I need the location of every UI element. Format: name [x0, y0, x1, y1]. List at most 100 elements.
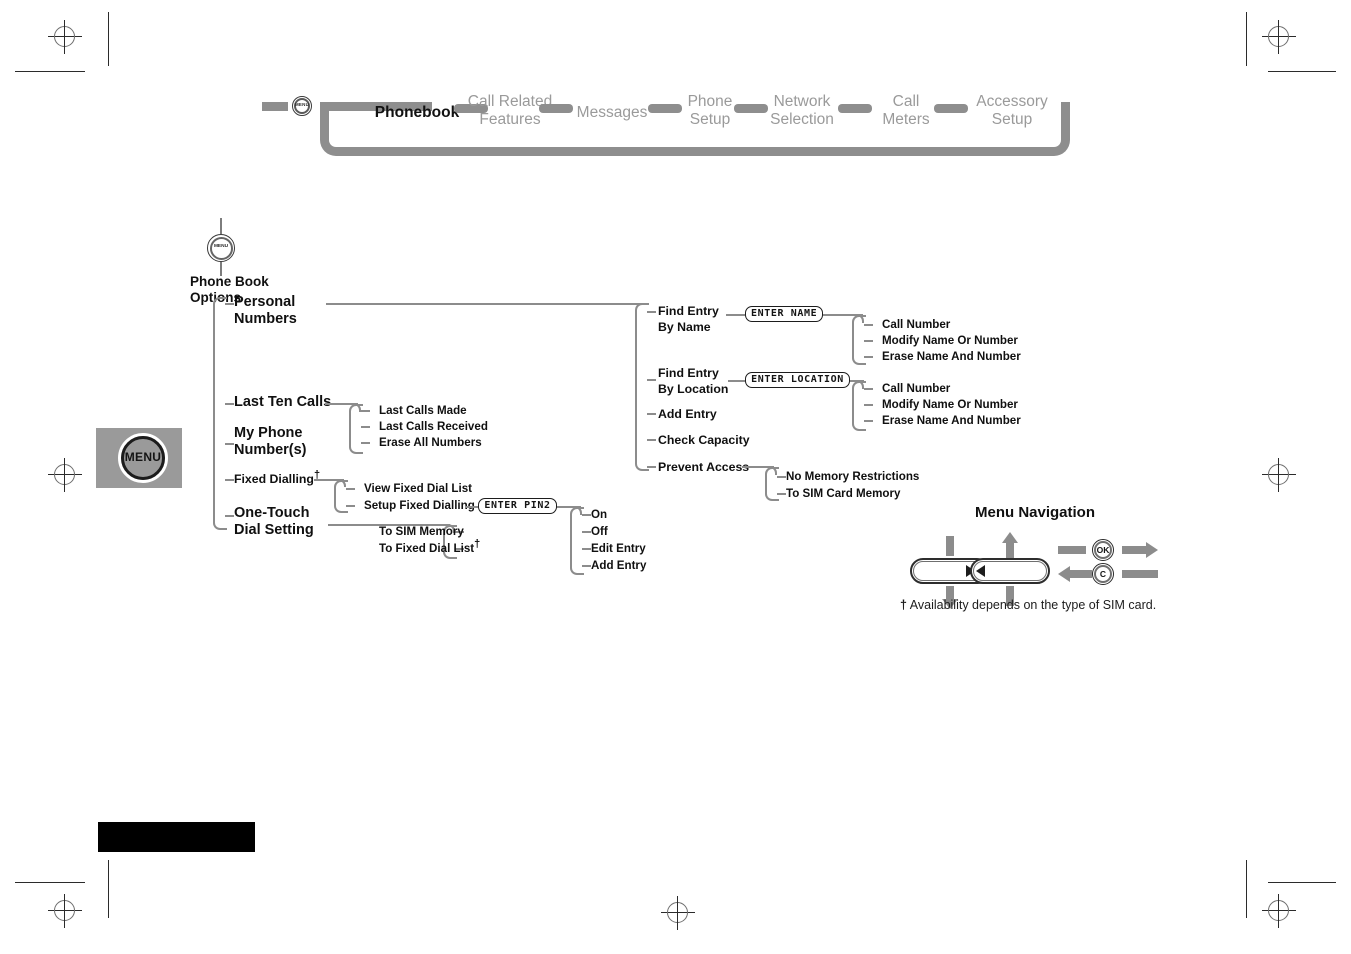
registration-mark-bottom-center: [661, 896, 695, 930]
ok-right-arrow-icon: [1146, 542, 1158, 558]
level1-tick-fixed-dialling: [225, 479, 234, 481]
menu-item-pin2-off[interactable]: Off: [591, 524, 608, 540]
menu-item-no-memory-restrictions[interactable]: No Memory Restrictions: [786, 469, 919, 485]
connector-to-enter-location: [728, 380, 745, 382]
menu-item-location-erase-name-and-number[interactable]: Erase Name And Number: [882, 413, 1021, 429]
tree-root: MENU Phone Book Options: [190, 218, 370, 305]
menu-item-name-call-number[interactable]: Call Number: [882, 317, 950, 333]
tab-separator-5: [838, 104, 872, 113]
display-enter-pin2: ENTER PIN2: [478, 498, 557, 514]
left-arrow-icon: [976, 565, 985, 577]
menu-circle-icon: MENU: [288, 92, 316, 120]
menu-item-personal-numbers[interactable]: Personal Numbers: [234, 294, 297, 328]
menu-item-fixed-dialling-label: Fixed Dialling: [234, 472, 314, 486]
registration-mark-top-left: [48, 20, 82, 54]
menu-item-check-capacity[interactable]: Check Capacity: [658, 432, 750, 448]
menu-item-find-entry-by-location[interactable]: Find Entry By Location: [658, 365, 728, 397]
menu-item-name-erase-name-and-number[interactable]: Erase Name And Number: [882, 349, 1021, 365]
ok-key-icon[interactable]: OK: [1092, 539, 1114, 561]
tab-accessory-setup[interactable]: Accessory Setup: [964, 93, 1060, 129]
tick-pin2-edit-entry: [582, 548, 591, 550]
chapter-tab-strip: MENU Phonebook Call Related Features Mes…: [262, 86, 1092, 156]
footer-page-marker: [98, 822, 255, 852]
tick-erase-all-numbers: [361, 442, 370, 444]
tick-find-entry-by-name: [647, 311, 656, 313]
tick-name-erase: [864, 356, 873, 358]
menu-item-last-ten-calls[interactable]: Last Ten Calls: [234, 394, 331, 411]
menu-navigation-title: Menu Navigation: [974, 504, 1095, 521]
level1-tick-one-touch: [225, 515, 234, 517]
display-enter-location: ENTER LOCATION: [745, 372, 850, 388]
tabstrip-lead-dash: [262, 102, 288, 111]
menu-item-view-fixed-dial-list[interactable]: View Fixed Dial List: [364, 481, 472, 497]
menu-item-setup-fixed-dialling[interactable]: Setup Fixed Dialling: [364, 498, 475, 514]
tab-messages[interactable]: Messages: [562, 104, 662, 122]
menu-circle-icon: MENU: [207, 234, 235, 262]
menu-item-to-fixed-dial-list[interactable]: To Fixed Dial List†: [379, 539, 480, 557]
ok-left-bar: [1058, 546, 1086, 554]
tick-view-fixed-dial-list: [346, 488, 355, 490]
menu-item-one-touch-dial-setting[interactable]: One-Touch Dial Setting: [234, 505, 314, 539]
footnote-marker: †: [900, 598, 907, 612]
menu-item-add-entry[interactable]: Add Entry: [658, 406, 717, 422]
menu-item-pin2-edit-entry[interactable]: Edit Entry: [591, 541, 646, 557]
scroll-up-bar-left: [946, 536, 954, 556]
trim-line-top-left-horizontal: [15, 71, 85, 72]
tick-find-entry-by-location: [647, 379, 656, 381]
menu-item-erase-all-numbers[interactable]: Erase All Numbers: [379, 435, 482, 451]
ok-key-label: OK: [1096, 545, 1110, 555]
tab-call-meters[interactable]: Call Meters: [870, 93, 942, 129]
tick-pin2-off: [582, 531, 591, 533]
menu-item-last-calls-made[interactable]: Last Calls Made: [379, 403, 467, 419]
trim-line-right-vertical-lower: [1246, 860, 1247, 918]
menu-item-prevent-access[interactable]: Prevent Access: [658, 459, 749, 475]
menu-item-my-phone-numbers[interactable]: My Phone Number(s): [234, 425, 307, 459]
personal-numbers-bracket: [635, 303, 649, 471]
tick-loc-modify: [864, 404, 873, 406]
menu-item-to-sim-card-memory[interactable]: To SIM Card Memory: [786, 486, 900, 502]
fixed-dialling-bracket: [334, 480, 348, 513]
level1-tick-last-ten: [225, 403, 234, 405]
tick-no-memory-restrictions: [777, 476, 786, 478]
menu-item-pin2-on[interactable]: On: [591, 507, 607, 523]
ok-right-bar: [1122, 546, 1148, 554]
tick-setup-fixed-dialling: [346, 505, 355, 507]
registration-mark-bottom-right: [1262, 894, 1296, 928]
registration-mark-mid-right: [1262, 458, 1296, 492]
sim-card-footnote: † Availability depends on the type of SI…: [900, 598, 1156, 612]
tick-name-modify: [864, 340, 873, 342]
trim-line-left-vertical: [108, 12, 109, 66]
menu-item-to-sim-memory[interactable]: To SIM Memory: [379, 524, 464, 540]
clear-left-bar: [1070, 570, 1092, 578]
tick-pin2-add-entry: [582, 565, 591, 567]
trim-line-bottom-left-horizontal: [15, 882, 85, 883]
connector-personal-numbers-to-submenu: [326, 303, 644, 305]
menu-item-find-entry-by-name[interactable]: Find Entry By Name: [658, 303, 719, 335]
menu-navigation-legend: Menu Navigation OK C † Availability depe…: [890, 500, 1220, 625]
tab-network-selection[interactable]: Network Selection: [760, 93, 844, 129]
menu-item-name-modify-name-or-number[interactable]: Modify Name Or Number: [882, 333, 1018, 349]
connector-to-enter-pin2: [465, 506, 478, 508]
menu-item-pin2-add-entry[interactable]: Add Entry: [591, 558, 646, 574]
prevent-access-bracket: [765, 467, 779, 501]
tick-to-sim-card-memory: [777, 493, 786, 495]
trim-line-left-vertical-lower: [108, 860, 109, 918]
level1-tick-my-phone: [225, 443, 234, 445]
tick-check-capacity: [647, 439, 656, 441]
clear-left-arrow-icon: [1058, 566, 1070, 582]
trim-line-bottom-right-horizontal: [1268, 882, 1336, 883]
registration-mark-top-right: [1262, 20, 1296, 54]
menu-item-location-modify-name-or-number[interactable]: Modify Name Or Number: [882, 397, 1018, 413]
menu-key-label: MENU: [124, 450, 162, 464]
tick-last-calls-received: [361, 426, 370, 428]
tick-last-calls-made: [361, 410, 370, 412]
menu-item-last-calls-received[interactable]: Last Calls Received: [379, 419, 488, 435]
menu-item-fixed-dialling[interactable]: Fixed Dialling†: [234, 469, 320, 487]
tab-separator-6: [934, 104, 968, 113]
clear-key-label: C: [1099, 569, 1107, 579]
clear-key-icon[interactable]: C: [1092, 563, 1114, 585]
menu-item-location-call-number[interactable]: Call Number: [882, 381, 950, 397]
tick-pin2-on: [582, 514, 591, 516]
trim-line-right-vertical: [1246, 12, 1247, 66]
tick-name-call-number: [864, 324, 873, 326]
